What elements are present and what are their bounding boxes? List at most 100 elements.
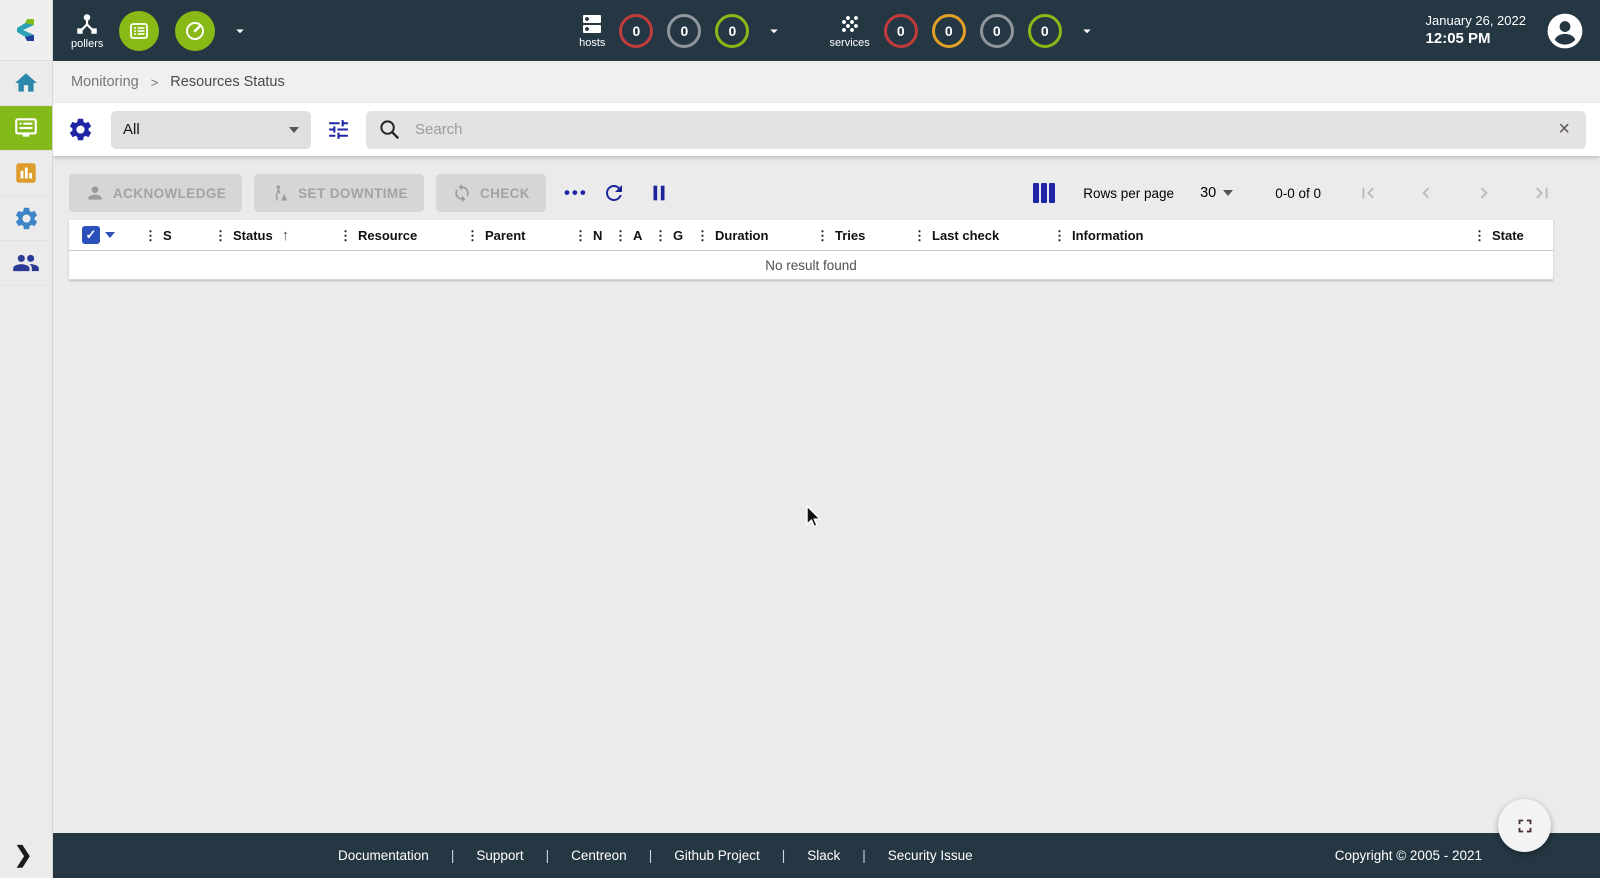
sidebar-item-configuration[interactable] bbox=[0, 196, 52, 241]
user-menu-button[interactable] bbox=[1546, 12, 1584, 50]
hosts-ok-counter[interactable]: 0 bbox=[715, 14, 749, 48]
resources-table: ✓ ⋮S ⋮Status↑ ⋮Resource ⋮Parent ⋮N ⋮A ⋮G… bbox=[69, 220, 1553, 280]
footer-link-github-project[interactable]: Github Project bbox=[674, 848, 760, 863]
footer-link-security-issue[interactable]: Security Issue bbox=[888, 848, 973, 863]
drag-handle-icon[interactable]: ⋮ bbox=[816, 229, 829, 242]
column-label: Last check bbox=[932, 228, 999, 243]
filter-select-caret-icon bbox=[289, 127, 299, 133]
select-all-checkbox[interactable]: ✓ bbox=[82, 226, 100, 244]
drag-handle-icon[interactable]: ⋮ bbox=[466, 229, 479, 242]
drag-handle-icon[interactable]: ⋮ bbox=[614, 229, 627, 242]
column-header-parent[interactable]: ⋮Parent bbox=[466, 228, 574, 243]
sidebar-item-home[interactable] bbox=[0, 61, 52, 106]
hosts-menu[interactable]: hosts bbox=[579, 12, 605, 49]
refresh-button[interactable] bbox=[602, 181, 626, 205]
drag-handle-icon[interactable]: ⋮ bbox=[696, 229, 709, 242]
previous-page-button[interactable] bbox=[1415, 182, 1437, 204]
fullscreen-button[interactable] bbox=[1498, 799, 1551, 852]
services-label: services bbox=[829, 37, 869, 49]
search-input[interactable] bbox=[415, 121, 1554, 138]
page-range: 0-0 of 0 bbox=[1275, 186, 1321, 201]
breadcrumb-resources-status[interactable]: Resources Status bbox=[170, 74, 284, 90]
column-header-action[interactable]: ⋮A bbox=[614, 228, 654, 243]
clock: January 26, 2022 12:05 PM bbox=[1426, 12, 1526, 50]
column-header-severity[interactable]: ⋮S bbox=[144, 228, 214, 243]
hosts-chevron-down-icon[interactable] bbox=[765, 22, 783, 40]
drag-handle-icon[interactable]: ⋮ bbox=[654, 229, 667, 242]
select-options-caret-icon[interactable] bbox=[105, 232, 115, 238]
sort-ascending-icon[interactable]: ↑ bbox=[282, 227, 290, 244]
pollers-menu[interactable]: pollers bbox=[71, 11, 103, 50]
select-all-cell: ✓ bbox=[69, 226, 144, 244]
column-header-information[interactable]: ⋮Information bbox=[1053, 228, 1473, 243]
column-header-duration[interactable]: ⋮ Duration bbox=[696, 228, 816, 243]
pagination-controls: Rows per page 30 0-0 of 0 bbox=[1033, 182, 1553, 204]
drag-handle-icon[interactable]: ⋮ bbox=[574, 229, 587, 242]
hosts-critical-counter[interactable]: 0 bbox=[619, 14, 653, 48]
column-header-notes[interactable]: ⋮N bbox=[574, 228, 614, 243]
filter-select[interactable]: All bbox=[111, 111, 311, 149]
centreon-logo[interactable] bbox=[0, 0, 52, 61]
set-downtime-label: SET DOWNTIME bbox=[298, 186, 408, 201]
column-header-status[interactable]: ⋮Status↑ bbox=[214, 227, 339, 244]
hosts-unknown-counter[interactable]: 0 bbox=[667, 14, 701, 48]
poller-list-button[interactable] bbox=[119, 11, 159, 51]
drag-handle-icon[interactable]: ⋮ bbox=[1473, 229, 1486, 242]
sidebar-item-monitoring[interactable] bbox=[0, 106, 52, 151]
footer-link-slack[interactable]: Slack bbox=[807, 848, 840, 863]
copyright-text: Copyright © 2005 - 2021 bbox=[1335, 848, 1482, 863]
check-button[interactable]: CHECK bbox=[436, 174, 546, 212]
filter-settings-button[interactable] bbox=[67, 116, 94, 143]
hosts-icon bbox=[580, 12, 604, 36]
acknowledge-button[interactable]: ACKNOWLEDGE bbox=[69, 174, 242, 212]
last-page-button[interactable] bbox=[1531, 182, 1553, 204]
rows-per-page-label: Rows per page bbox=[1083, 186, 1174, 201]
services-warning-counter[interactable]: 0 bbox=[932, 14, 966, 48]
breadcrumb-monitoring[interactable]: Monitoring bbox=[71, 74, 139, 90]
drag-handle-icon[interactable]: ⋮ bbox=[339, 229, 352, 242]
footer-link-documentation[interactable]: Documentation bbox=[338, 848, 429, 863]
drag-handle-icon[interactable]: ⋮ bbox=[913, 229, 926, 242]
column-label: State bbox=[1492, 228, 1524, 243]
rows-per-page-select[interactable]: 30 bbox=[1200, 185, 1233, 201]
next-page-button[interactable] bbox=[1473, 182, 1495, 204]
footer-separator: | bbox=[451, 848, 455, 863]
set-downtime-button[interactable]: SET DOWNTIME bbox=[254, 174, 424, 212]
drag-handle-icon[interactable]: ⋮ bbox=[144, 229, 157, 242]
pause-button[interactable] bbox=[648, 182, 670, 204]
person-icon bbox=[85, 183, 105, 203]
column-header-resource[interactable]: ⋮Resource bbox=[339, 228, 466, 243]
drag-handle-icon[interactable]: ⋮ bbox=[214, 229, 227, 242]
bar-chart-icon bbox=[13, 160, 39, 186]
column-header-graph[interactable]: ⋮G bbox=[654, 228, 696, 243]
search-box: × bbox=[366, 111, 1586, 149]
services-critical-counter[interactable]: 0 bbox=[884, 14, 918, 48]
edit-columns-button[interactable] bbox=[1033, 183, 1055, 203]
pollers-chevron-down-icon[interactable] bbox=[231, 22, 249, 40]
column-header-tries[interactable]: ⋮ Tries bbox=[816, 228, 913, 243]
first-page-button[interactable] bbox=[1357, 182, 1379, 204]
more-actions-button[interactable]: ••• bbox=[564, 183, 588, 203]
footer-link-support[interactable]: Support bbox=[476, 848, 523, 863]
column-header-state[interactable]: ⋮ State bbox=[1473, 228, 1553, 243]
footer-link-centreon[interactable]: Centreon bbox=[571, 848, 627, 863]
services-unknown-counter[interactable]: 0 bbox=[980, 14, 1014, 48]
column-label: Tries bbox=[835, 228, 865, 243]
advanced-filters-button[interactable] bbox=[326, 117, 351, 142]
column-label: Duration bbox=[715, 228, 768, 243]
breadcrumb-separator-icon: > bbox=[151, 75, 159, 90]
drag-handle-icon[interactable]: ⋮ bbox=[1053, 229, 1066, 242]
poller-latency-button[interactable] bbox=[175, 11, 215, 51]
column-header-last-check[interactable]: ⋮ Last check bbox=[913, 228, 1053, 243]
sidebar-item-reporting[interactable] bbox=[0, 151, 52, 196]
sidebar-expand-chevron[interactable]: ❯ bbox=[14, 842, 32, 868]
services-ok-counter[interactable]: 0 bbox=[1028, 14, 1062, 48]
people-icon bbox=[12, 249, 40, 277]
services-chevron-down-icon[interactable] bbox=[1078, 22, 1096, 40]
clear-search-icon[interactable]: × bbox=[1554, 118, 1574, 141]
services-menu[interactable]: services bbox=[829, 12, 869, 49]
gauge-icon bbox=[183, 19, 207, 43]
sidebar-item-administration[interactable] bbox=[0, 241, 52, 286]
services-unknown-count: 0 bbox=[993, 23, 1001, 39]
column-label: S bbox=[163, 228, 172, 243]
